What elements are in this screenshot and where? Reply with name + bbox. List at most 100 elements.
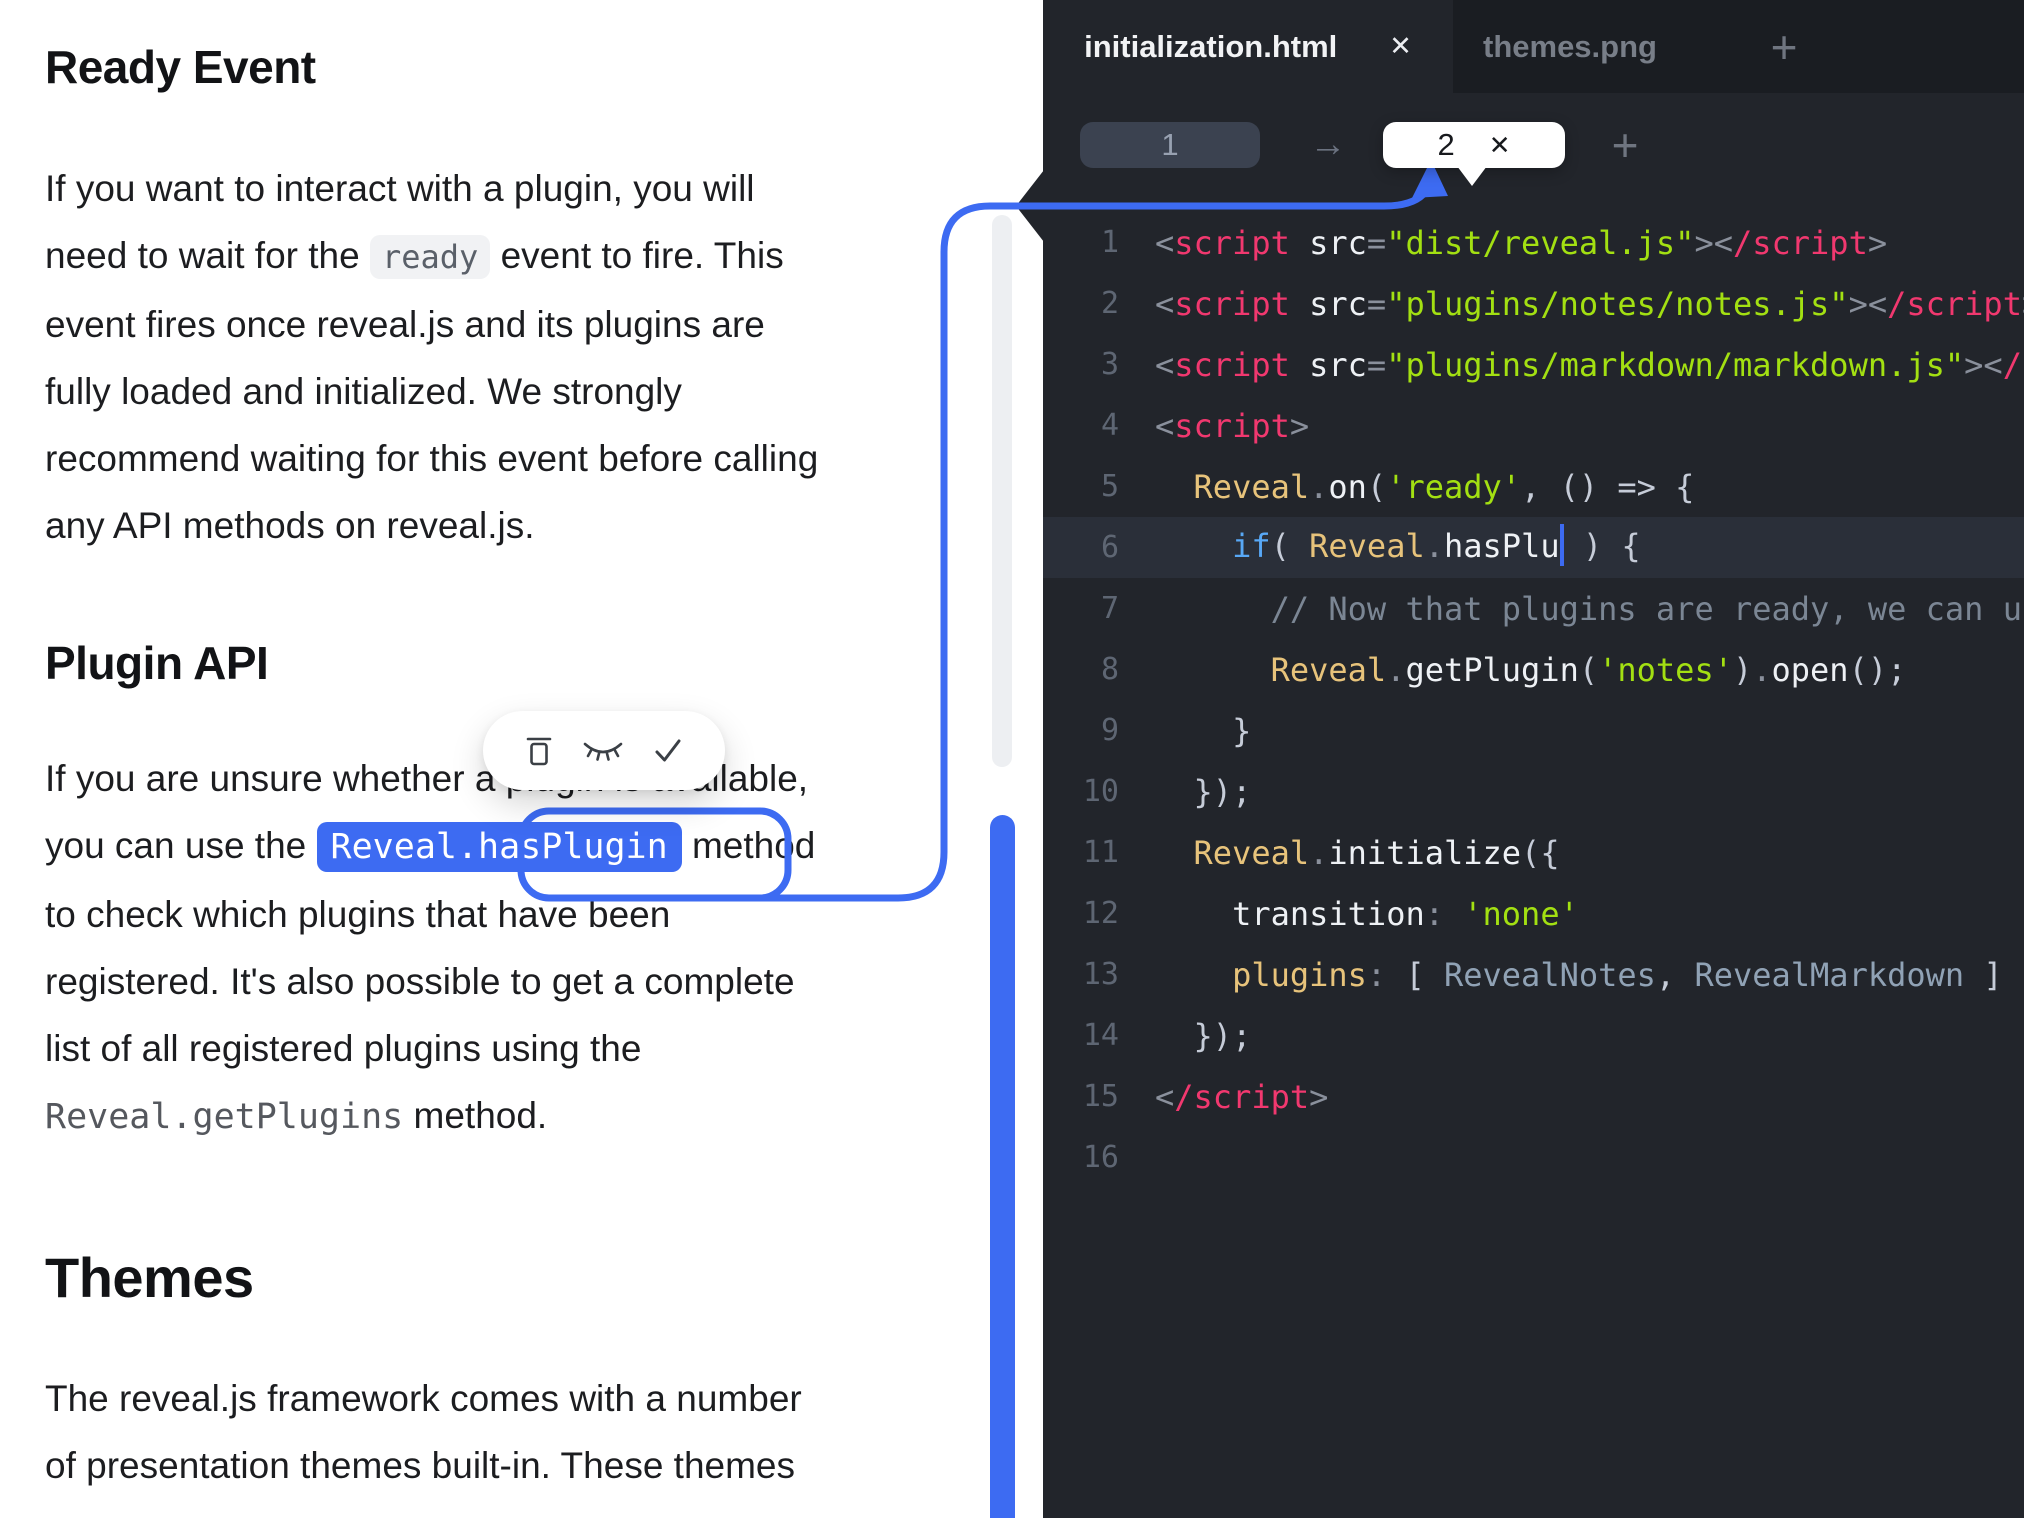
code-text: } — [1155, 712, 1251, 750]
code-line[interactable]: 16 — [1043, 1127, 2024, 1188]
code-text: transition: 'none' — [1155, 895, 1579, 933]
check-icon[interactable] — [650, 735, 686, 767]
line-number: 12 — [1043, 896, 1119, 931]
code-line[interactable]: 4 <script> — [1043, 395, 2024, 456]
code-line[interactable]: 2 <script src="plugins/notes/notes.js"></… — [1043, 273, 2024, 334]
text-run: event to fire. This — [490, 235, 783, 276]
code-text: // Now that plugins are ready, we can us… — [1155, 590, 2024, 628]
line-number: 8 — [1043, 652, 1119, 687]
text-cursor — [1560, 524, 1564, 566]
paragraph: If you are unsure whether a plugin is av… — [45, 745, 815, 1151]
code-text: <script src="dist/reveal.js"></script> — [1155, 224, 1887, 262]
text-run: method — [682, 825, 816, 866]
code-line[interactable]: 15 </script> — [1043, 1066, 2024, 1127]
text-run: event fires once reveal.js and its plugi… — [45, 304, 765, 345]
code-line-active[interactable]: 6 if( Reveal.hasPlu ) { — [1043, 517, 2024, 578]
code-line[interactable]: 14 }); — [1043, 1005, 2024, 1066]
code-line[interactable]: 10 }); — [1043, 761, 2024, 822]
code-area[interactable]: 1<script src="dist/reveal.js"></script>2… — [1043, 212, 2024, 1188]
text-run: to check which plugins that have been — [45, 894, 670, 935]
line-number: 3 — [1043, 347, 1119, 382]
code-line[interactable]: 9 } — [1043, 700, 2024, 761]
doc-text-line: fully loaded and initialized. We strongl… — [45, 358, 818, 425]
line-number: 13 — [1043, 957, 1119, 992]
text-run: The reveal.js framework comes with a num… — [45, 1378, 802, 1419]
doc-text-line: registered. It's also possible to get a … — [45, 948, 815, 1015]
doc-text-line: to check which plugins that have been — [45, 881, 815, 948]
line-number: 10 — [1043, 774, 1119, 809]
line-number: 4 — [1043, 408, 1119, 443]
code-text: }); — [1155, 1017, 1251, 1055]
doc-text-line: any API methods on reveal.js. — [45, 492, 818, 559]
text-run: all use the same markup and can be switc… — [45, 1512, 796, 1518]
code-line[interactable]: 12 transition: 'none' — [1043, 883, 2024, 944]
code-line[interactable]: 13 plugins: [ RevealNotes, RevealMarkdow… — [1043, 944, 2024, 1005]
editor-callout-tail — [1016, 170, 1044, 242]
code-editor-pane: initialization.html ✕ themes.png + 1 → 2… — [1043, 0, 2024, 1518]
section-heading: Ready Event — [45, 40, 316, 94]
line-number: 16 — [1043, 1140, 1119, 1175]
line-number: 6 — [1043, 530, 1119, 565]
trash-icon[interactable] — [522, 732, 556, 770]
add-slide-button[interactable]: + — [1595, 116, 1655, 174]
line-number: 2 — [1043, 286, 1119, 321]
line-number: 11 — [1043, 835, 1119, 870]
text-run: you can use the — [45, 825, 317, 866]
line-number: 15 — [1043, 1079, 1119, 1114]
slide-navigation: 1 → 2 ✕ + — [1043, 0, 2024, 200]
code-text: <script src="plugins/markdown/markdown.j… — [1155, 346, 2024, 384]
screen: Ready Event If you want to interact with … — [0, 0, 2024, 1518]
doc-text-line: list of all registered plugins using the — [45, 1015, 815, 1082]
line-number: 9 — [1043, 713, 1119, 748]
eye-closed-icon[interactable] — [581, 734, 625, 768]
doc-text-line: If you want to interact with a plugin, y… — [45, 155, 818, 222]
code-text: Reveal.on('ready', () => { — [1155, 468, 1694, 506]
slide-2-label: 2 — [1437, 127, 1454, 163]
code-line[interactable]: 8 Reveal.getPlugin('notes').open(); — [1043, 639, 2024, 700]
code-line[interactable]: 7 // Now that plugins are ready, we can … — [1043, 578, 2024, 639]
doc-text-line: recommend waiting for this event before … — [45, 425, 818, 492]
doc-text-line: Reveal.getPlugins method. — [45, 1082, 815, 1151]
text-run: If you want to interact with a plugin, y… — [45, 168, 755, 209]
arrow-right-icon: → — [1293, 119, 1363, 169]
inline-code: Reveal.getPlugins — [45, 1097, 403, 1137]
text-run: registered. It's also possible to get a … — [45, 961, 795, 1002]
code-text: <script> — [1155, 407, 1309, 445]
highlighted-inline-code: Reveal.hasPlugin — [317, 822, 682, 872]
doc-text-line: you can use the Reveal.hasPlugin method — [45, 812, 815, 881]
slide-1-pill[interactable]: 1 — [1080, 122, 1260, 168]
section-heading: Plugin API — [45, 636, 268, 690]
doc-text-line: of presentation themes built-in. These t… — [45, 1432, 802, 1499]
text-run: list of all registered plugins using the — [45, 1028, 641, 1069]
code-line[interactable]: 5 Reveal.on('ready', () => { — [1043, 456, 2024, 517]
code-text: Reveal.initialize({ — [1155, 834, 1560, 872]
code-text: if( Reveal.hasPlu ) { — [1155, 527, 1641, 569]
text-run: need to wait for the — [45, 235, 370, 276]
paragraph: The reveal.js framework comes with a num… — [45, 1365, 802, 1518]
doc-text-line: The reveal.js framework comes with a num… — [45, 1365, 802, 1432]
doc-scrollbar-active-section[interactable] — [990, 815, 1015, 1518]
slide-2-pill[interactable]: 2 ✕ — [1383, 122, 1565, 168]
slide-2-pill-tail — [1457, 166, 1487, 186]
text-run: recommend waiting for this event before … — [45, 438, 818, 479]
code-line[interactable]: 1<script src="dist/reveal.js"></script> — [1043, 212, 2024, 273]
code-text: </script> — [1155, 1078, 1328, 1116]
doc-scrollbar-thumb[interactable] — [992, 215, 1012, 767]
section-heading: Themes — [45, 1245, 254, 1310]
code-text: <script src="plugins/notes/notes.js"></s… — [1155, 285, 2024, 323]
doc-text-line: all use the same markup and can be switc… — [45, 1499, 802, 1518]
inline-code: ready — [370, 235, 490, 279]
paragraph: If you want to interact with a plugin, y… — [45, 155, 818, 559]
text-run: of presentation themes built-in. These t… — [45, 1445, 795, 1486]
doc-text-line: event fires once reveal.js and its plugi… — [45, 291, 818, 358]
line-number: 14 — [1043, 1018, 1119, 1053]
code-line[interactable]: 3 <script src="plugins/markdown/markdown.… — [1043, 334, 2024, 395]
text-run: fully loaded and initialized. We strongl… — [45, 371, 682, 412]
close-slide-icon[interactable]: ✕ — [1489, 130, 1511, 161]
line-number: 5 — [1043, 469, 1119, 504]
text-run: method. — [403, 1095, 547, 1136]
doc-text-line: need to wait for the ready event to fire… — [45, 222, 818, 291]
code-text: }); — [1155, 773, 1251, 811]
annotation-toolbar — [483, 711, 725, 790]
code-line[interactable]: 11 Reveal.initialize({ — [1043, 822, 2024, 883]
